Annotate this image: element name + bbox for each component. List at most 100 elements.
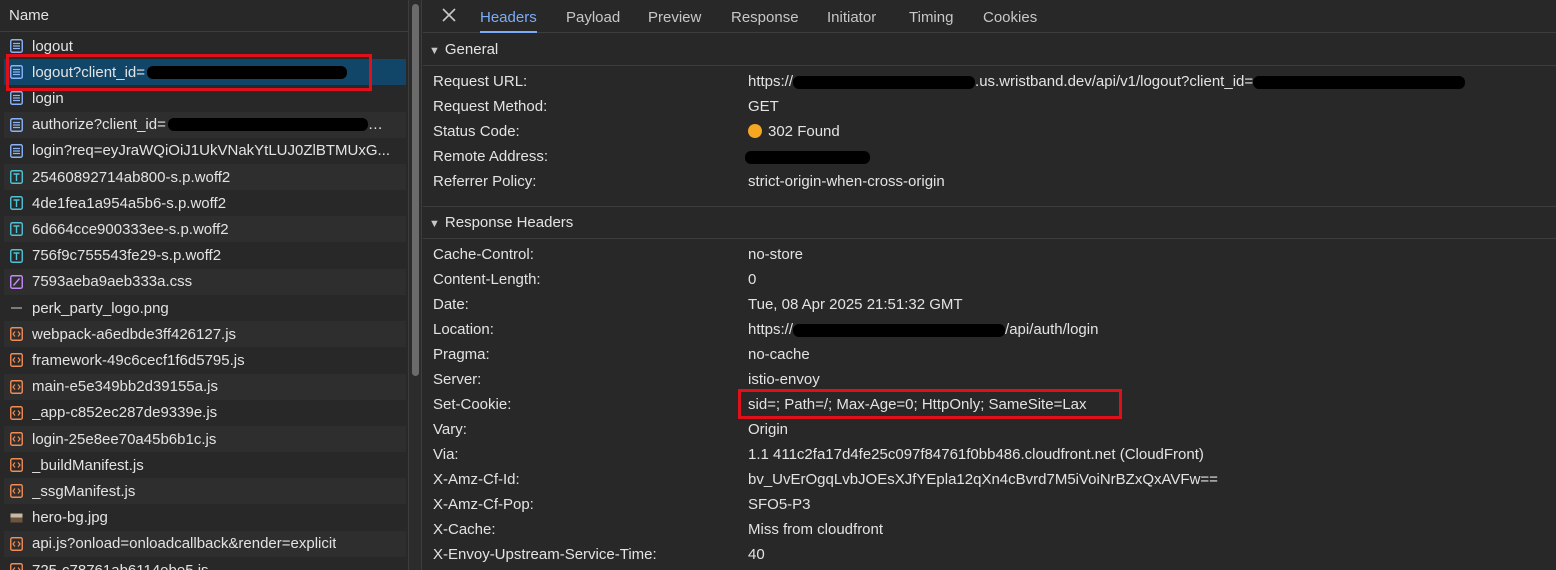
tab-timing[interactable]: Timing [909,0,953,33]
script-icon [10,458,23,473]
tab-payload[interactable]: Payload [566,0,620,33]
request-row[interactable]: 7593aeba9aeb333a.css [4,268,406,295]
header-row: Vary: Origin [433,417,1543,442]
request-row[interactable]: logout [4,33,406,59]
redacted-text [167,118,368,132]
header-row: Referrer Policy: strict-origin-when-cross… [433,169,1543,194]
request-row[interactable]: _ssgManifest.js [4,478,406,505]
header-value[interactable] [745,144,870,169]
request-list-scrollbar[interactable] [408,0,422,570]
redacted-text [793,323,1006,337]
request-name: api.js?onload=onloadcallback&render=expl… [32,535,337,553]
header-row: Content-Length: 0 [433,267,1543,292]
request-row[interactable]: 756f9c755543fe29-s.p.woff2 [4,243,406,269]
image-icon [10,511,23,525]
request-row[interactable]: perk_party_logo.png [4,295,406,321]
header-row: Date: Tue, 08 Apr 2025 21:51:32 GMT [433,292,1543,317]
request-name: _ssgManifest.js [32,482,136,500]
request-row[interactable]: 25460892714ab800-s.p.woff2 [4,164,406,190]
request-row[interactable]: _app-c852ec287de9339e.js [4,400,406,426]
header-value[interactable]: istio-envoy [748,367,820,392]
request-row[interactable]: hero-bg.jpg [4,505,406,531]
header-name: Cache-Control: [433,246,534,263]
request-row[interactable]: login?req=eyJraWQiOiJ1UkVNakYtLUJ0ZlBTMU… [4,138,406,164]
request-row[interactable]: 6d664cce900333ee-s.p.woff2 [4,216,406,243]
header-name: X-Amz-Cf-Id: [433,471,520,488]
header-name: X-Cache: [433,521,496,538]
request-row[interactable]: logout?client_id= [4,59,406,86]
header-value[interactable]: 302 Found [748,119,840,144]
header-value[interactable]: 0 [748,267,756,292]
status-code-text: 302 Found [768,123,840,140]
tab-cookies[interactable]: Cookies [983,0,1037,33]
stylesheet-icon [10,274,23,289]
header-name: Content-Length: [433,271,541,288]
request-name: framework-49c6cecf1f6d5795.js [32,351,245,369]
header-row: X-Cache: Miss from cloudfront [433,517,1543,542]
tab-headers[interactable]: Headers [480,0,537,33]
request-row[interactable]: api.js?onload=onloadcallback&render=expl… [4,530,406,557]
header-name: Server: [433,371,482,388]
request-name: 725-c78761ab6114ebe5.js [32,561,209,570]
request-row[interactable]: framework-49c6cecf1f6d5795.js [4,347,406,373]
request-row[interactable]: 725-c78761ab6114ebe5.js [4,557,406,570]
request-details-panel: Headers Payload Preview Response Initiator Ti… [423,0,1556,570]
close-details-button[interactable] [439,5,459,25]
triangle-down-icon: ▼ [429,45,440,57]
header-name: Vary: [433,421,467,438]
request-name: _buildManifest.js [32,456,144,474]
request-name: perk_party_logo.png [32,299,169,317]
tab-initiator[interactable]: Initiator [827,0,876,33]
request-row[interactable]: login [4,85,406,111]
details-tab-bar: Headers Payload Preview Response Initiator Ti… [423,0,1556,33]
request-row[interactable]: 4de1fea1a954a5b6-s.p.woff2 [4,190,406,216]
header-value[interactable]: GET [748,94,779,119]
request-name: hero-bg.jpg [32,509,108,527]
request-name: _app-c852ec287de9339e.js [32,404,218,422]
header-name: X-Envoy-Upstream-Service-Time: [433,546,657,563]
script-icon [10,563,23,570]
header-row: Request URL: https:// .us.wristband.dev/ap… [433,69,1543,94]
request-name: authorize?client_id= [32,116,166,134]
response-headers-section-title: Response Headers [444,214,574,231]
redacted-text [1253,75,1466,89]
general-section-toggle[interactable]: ▼ General [423,34,1556,66]
request-row[interactable]: authorize?client_id=… [4,111,406,138]
header-value[interactable]: strict-origin-when-cross-origin [748,169,945,194]
script-icon [10,405,23,420]
url-suffix: /api/auth/login [1005,321,1099,338]
request-row[interactable]: webpack-a6edbde3ff426127.js [4,321,406,348]
redacted-text [147,65,348,79]
name-column-header[interactable]: Name [0,0,408,32]
header-value[interactable]: Origin [748,417,788,442]
header-value[interactable]: sid=; Path=/; Max-Age=0; HttpOnly; SameS… [748,392,1087,417]
header-value[interactable]: Tue, 08 Apr 2025 21:51:32 GMT [748,292,963,317]
image-placeholder-icon [10,301,23,315]
tab-preview[interactable]: Preview [648,0,701,33]
header-value[interactable]: 40 [748,542,765,567]
header-value[interactable]: SFO5-P3 [748,492,811,517]
request-row[interactable]: _buildManifest.js [4,452,406,478]
header-name: Request Method: [433,98,548,115]
header-name: Via: [433,446,459,463]
general-section-title: General [444,41,499,58]
header-value[interactable]: no-cache [748,342,810,367]
request-row[interactable]: main-e5e349bb2d39155a.js [4,373,406,400]
response-headers-section-toggle[interactable]: ▼ Response Headers [423,207,1556,239]
header-value[interactable]: https:// .us.wristband.dev/api/v1/logout?… [748,69,1466,94]
request-name: main-e5e349bb2d39155a.js [32,378,218,396]
scrollbar-thumb[interactable] [412,4,419,376]
header-name: X-Amz-Cf-Pop: [433,496,534,513]
request-row[interactable]: login-25e8ee70a45b6b1c.js [4,426,406,452]
header-value[interactable]: bv_UvErOgqLvbJOEsXJfYEpla12qXn4cBvrd7M5i… [748,467,1218,492]
header-value[interactable]: Miss from cloudfront [748,517,883,542]
script-icon [10,536,23,551]
url-suffix: .us.wristband.dev/api/v1/logout?client_i… [975,73,1254,90]
header-value[interactable]: https:// /api/auth/login [748,317,1098,342]
request-name: 25460892714ab800-s.p.woff2 [32,168,231,186]
header-value[interactable]: 1.1 411c2fa17d4fe25c097f84761f0bb486.clo… [748,442,1204,467]
header-row: X-Amz-Cf-Pop: SFO5-P3 [433,492,1543,517]
tab-response[interactable]: Response [731,0,799,33]
request-name: login [32,89,64,107]
header-value[interactable]: no-store [748,242,803,267]
